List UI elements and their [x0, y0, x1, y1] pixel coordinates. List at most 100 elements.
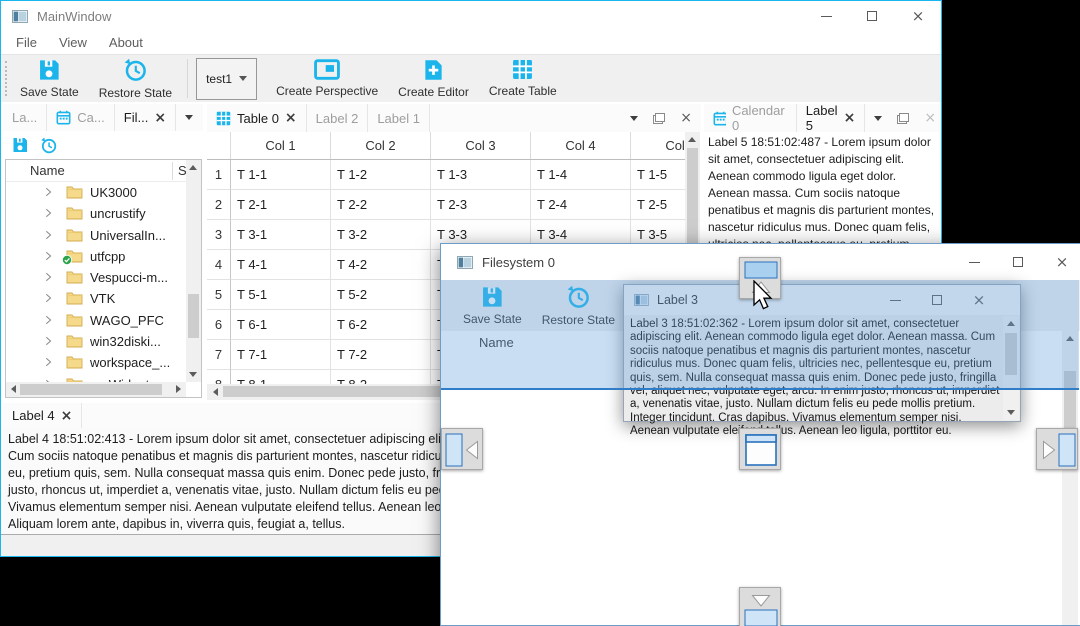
chevron-right-icon[interactable]	[45, 315, 52, 325]
tree-item[interactable]: win32diski...	[6, 331, 186, 352]
tree-item[interactable]: VTK	[6, 288, 186, 309]
tab-close-icon[interactable]: ×	[285, 110, 297, 126]
table-cell[interactable]: T 2-1	[231, 190, 331, 220]
scroll-up-icon[interactable]	[688, 137, 696, 142]
tree-vertical-scrollbar[interactable]	[186, 160, 201, 382]
tab-label4[interactable]: Label 4 ×	[3, 403, 83, 428]
tree-item[interactable]: uncrustify	[6, 203, 186, 224]
tab-label5[interactable]: Label 5 ×	[797, 103, 866, 133]
table-cell[interactable]: T 2-5	[631, 190, 685, 220]
tab-menu-icon[interactable]	[185, 115, 194, 120]
chevron-right-icon[interactable]	[45, 272, 52, 282]
tab-close-icon[interactable]: ×	[154, 110, 166, 126]
chevron-right-icon[interactable]	[45, 187, 52, 197]
scrollbar-thumb[interactable]	[188, 294, 199, 338]
table-cell[interactable]: T 5-2	[331, 280, 431, 310]
column-header[interactable]: Col 4	[531, 132, 631, 159]
scroll-down-icon[interactable]	[189, 372, 197, 377]
tree-header[interactable]: Name Siz	[6, 160, 201, 182]
scroll-left-icon[interactable]	[11, 385, 16, 393]
maximize-button[interactable]	[849, 1, 895, 31]
chevron-right-icon[interactable]	[45, 293, 52, 303]
scroll-left-icon[interactable]	[213, 388, 218, 396]
column-header[interactable]: Col 2	[331, 132, 431, 159]
tree-item[interactable]: WAGO_PFC	[6, 310, 186, 331]
table-cell[interactable]: T 7-1	[231, 340, 331, 370]
save-icon[interactable]	[12, 137, 28, 153]
toolbar-grip[interactable]	[5, 61, 7, 96]
scroll-up-icon[interactable]	[189, 165, 197, 170]
tree-item[interactable]: utfcpp	[6, 246, 186, 267]
dock-indicator-right-icon[interactable]	[1036, 428, 1078, 470]
scrollbar-thumb[interactable]	[20, 384, 162, 395]
tree-item[interactable]: Vespucci-m...	[6, 267, 186, 288]
menu-about[interactable]: About	[98, 33, 154, 52]
menu-file[interactable]: File	[5, 33, 48, 52]
minimize-button[interactable]	[952, 244, 996, 280]
column-header[interactable]: Col 5	[631, 132, 685, 159]
detach-icon[interactable]	[897, 112, 910, 124]
restore-icon[interactable]	[40, 136, 57, 154]
chevron-right-icon[interactable]	[45, 336, 52, 346]
tab-label1[interactable]: Label 1	[368, 104, 430, 132]
scroll-right-icon[interactable]	[176, 385, 181, 393]
table-cell[interactable]: T 2-3	[431, 190, 531, 220]
tree-item[interactable]: workspace_...	[6, 352, 186, 373]
column-header[interactable]: Col 1	[231, 132, 331, 159]
table-cell[interactable]: T 3-2	[331, 220, 431, 250]
table-row[interactable]: 2T 2-1 T 2-2 T 2-3 T 2-4 T 2-5	[207, 190, 685, 220]
table-cell[interactable]: T 1-3	[431, 160, 531, 190]
save-state-button[interactable]: Save State	[10, 55, 89, 102]
minimize-button[interactable]	[803, 1, 849, 31]
tree-item[interactable]: UK3000	[6, 182, 186, 203]
create-editor-button[interactable]: Create Editor	[388, 55, 479, 102]
tab-label2[interactable]: Label 2	[307, 104, 369, 132]
restore-state-button[interactable]: Restore State	[89, 55, 182, 102]
tab-menu-icon[interactable]	[874, 115, 883, 121]
dock-indicator-bottom-icon[interactable]	[739, 587, 781, 626]
detach-icon[interactable]	[653, 112, 666, 124]
table-cell[interactable]: T 6-1	[231, 310, 331, 340]
table-cell[interactable]: T 4-2	[331, 250, 431, 280]
tab-label0[interactable]: La...	[3, 104, 48, 131]
chevron-right-icon[interactable]	[45, 357, 52, 367]
tree-item[interactable]: wwWidgets	[6, 374, 186, 382]
chevron-right-icon[interactable]	[45, 230, 52, 240]
table-cell[interactable]: T 4-1	[231, 250, 331, 280]
table-cell[interactable]: T 1-1	[231, 160, 331, 190]
chevron-right-icon[interactable]	[45, 251, 52, 261]
close-button[interactable]: ×	[895, 1, 941, 31]
tab-table0[interactable]: Table 0 ×	[207, 104, 307, 132]
table-row[interactable]: 1T 1-1 T 1-2 T 1-3 T 1-4 T 1-5	[207, 160, 685, 190]
dock-close-icon[interactable]: ×	[924, 111, 936, 125]
dock-close-icon[interactable]: ×	[680, 111, 692, 125]
table-cell[interactable]: T 3-1	[231, 220, 331, 250]
tree-item[interactable]: UniversalIn...	[6, 225, 186, 246]
close-button[interactable]: ×	[1040, 244, 1080, 280]
tab-filesystem[interactable]: Fil... ×	[115, 104, 177, 131]
menu-view[interactable]: View	[48, 33, 98, 52]
table-cell[interactable]: T 7-2	[331, 340, 431, 370]
tree-horizontal-scrollbar[interactable]	[6, 382, 186, 397]
tab-close-icon[interactable]: ×	[61, 408, 73, 424]
create-table-button[interactable]: Create Table	[479, 55, 567, 102]
tab-calendar0[interactable]: Calendar 0	[704, 103, 797, 133]
scrollbar-thumb[interactable]	[687, 148, 698, 258]
dock-indicator-left-icon[interactable]	[441, 428, 483, 470]
dock-indicator-center-icon[interactable]	[739, 428, 781, 470]
table-cell[interactable]: T 1-2	[331, 160, 431, 190]
table-cell[interactable]: T 1-5	[631, 160, 685, 190]
table-cell[interactable]: T 6-2	[331, 310, 431, 340]
tab-calendar[interactable]: Ca...	[47, 104, 115, 131]
perspective-dropdown[interactable]: test1	[196, 57, 258, 100]
table-cell[interactable]: T 2-4	[531, 190, 631, 220]
table-cell[interactable]: T 5-1	[231, 280, 331, 310]
scroll-down-icon[interactable]	[1007, 410, 1015, 415]
maximize-button[interactable]	[996, 244, 1040, 280]
table-cell[interactable]: T 2-2	[331, 190, 431, 220]
chevron-right-icon[interactable]	[45, 208, 52, 218]
create-perspective-button[interactable]: Create Perspective	[266, 55, 388, 102]
main-titlebar[interactable]: MainWindow ×	[1, 1, 941, 31]
tab-close-icon[interactable]: ×	[844, 110, 856, 126]
table-cell[interactable]: T 1-4	[531, 160, 631, 190]
